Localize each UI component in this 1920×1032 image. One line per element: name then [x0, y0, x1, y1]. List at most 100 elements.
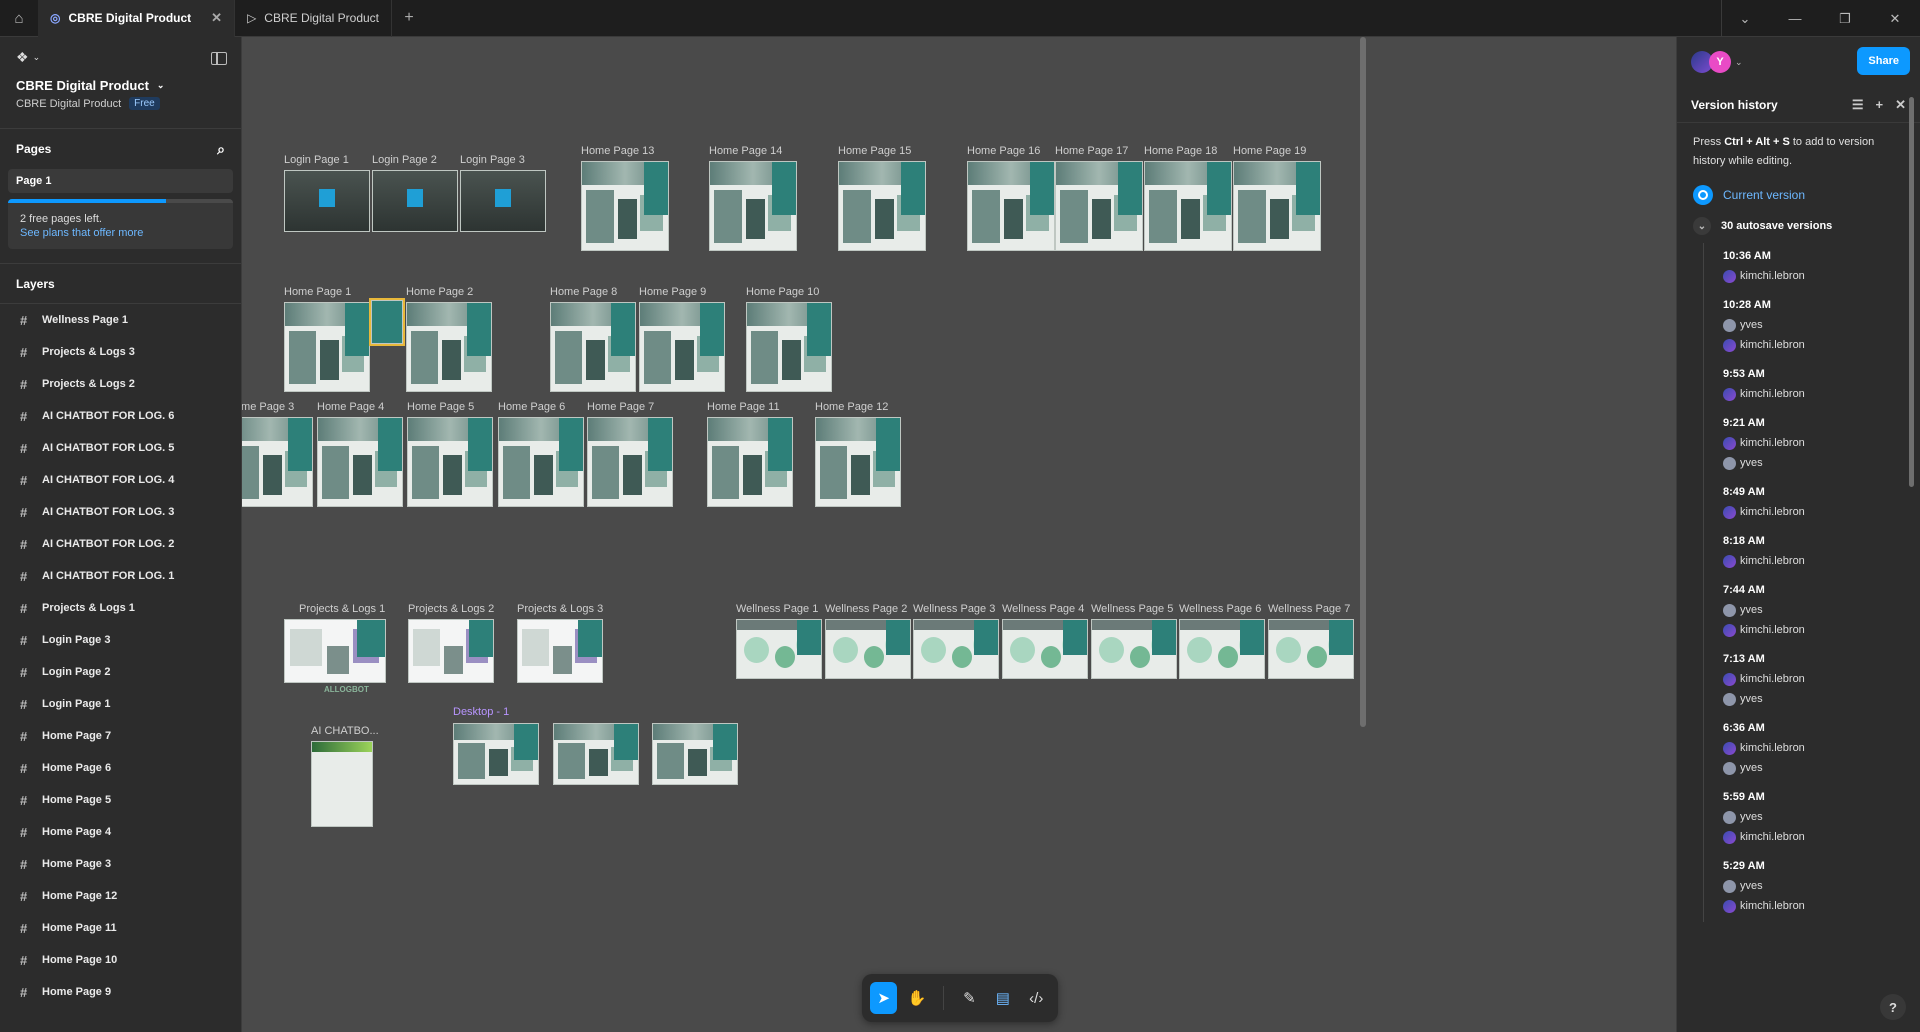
add-tab-icon[interactable]: + [392, 9, 426, 27]
layer-item[interactable]: # AI CHATBOT FOR LOG. 4 [0, 464, 241, 496]
frame-hp11[interactable] [707, 417, 793, 507]
frame-w5[interactable] [1091, 619, 1177, 679]
frame-label-login_1[interactable]: Login Page 1 [284, 154, 349, 166]
frame-label-hp2[interactable]: Home Page 2 [406, 286, 473, 298]
search-icon[interactable]: ⌕ [217, 141, 225, 158]
chevron-down-icon[interactable]: ⌄ [1720, 0, 1770, 37]
frame-w3[interactable] [913, 619, 999, 679]
frame-label-hp1[interactable]: Home Page 1 [284, 286, 351, 298]
layer-item[interactable]: # Login Page 1 [0, 688, 241, 720]
frame-hp12[interactable] [815, 417, 901, 507]
frame-label-hp3[interactable]: Home Page 3 [242, 401, 294, 413]
frame-label-login_3[interactable]: Login Page 3 [460, 154, 525, 166]
tab-file-prototype[interactable]: ▷ CBRE Digital Product [235, 0, 393, 37]
frame-hp4[interactable] [317, 417, 403, 507]
version-entry[interactable]: 8:18 AM kimchi.lebron [1723, 528, 1920, 577]
frame-label-login_2[interactable]: Login Page 2 [372, 154, 437, 166]
frame-w2[interactable] [825, 619, 911, 679]
frame-desktop-variant[interactable] [652, 723, 738, 785]
frame-label-pl2[interactable]: Projects & Logs 2 [408, 603, 494, 615]
frame-label-pl3[interactable]: Projects & Logs 3 [517, 603, 603, 615]
frame-w7[interactable] [1268, 619, 1354, 679]
layer-item[interactable]: # Home Page 9 [0, 976, 241, 1008]
frame-label-hp4[interactable]: Home Page 4 [317, 401, 384, 413]
frame-label-w4[interactable]: Wellness Page 4 [1002, 603, 1084, 615]
frame-label-w2[interactable]: Wellness Page 2 [825, 603, 907, 615]
close-window-icon[interactable]: ✕ [1870, 0, 1920, 37]
frame-hp7[interactable] [587, 417, 673, 507]
restore-icon[interactable]: ❐ [1820, 0, 1870, 37]
frame-label-hp12[interactable]: Home Page 12 [815, 401, 888, 413]
frame-label-desktop[interactable]: Desktop - 1 [453, 706, 509, 718]
autosave-group[interactable]: ⌄ 30 autosave versions [1677, 209, 1920, 243]
frame-hp2[interactable] [406, 302, 492, 392]
frame-label-hp9[interactable]: Home Page 9 [639, 286, 706, 298]
layer-item[interactable]: # Home Page 3 [0, 848, 241, 880]
hand-tool-icon[interactable]: ✋ [903, 982, 930, 1014]
panel-toggle-icon[interactable] [211, 52, 227, 65]
layer-item[interactable]: # Home Page 10 [0, 944, 241, 976]
frame-login_1[interactable] [284, 170, 370, 232]
layer-item[interactable]: # Projects & Logs 2 [0, 368, 241, 400]
version-entry[interactable]: 9:21 AM kimchi.lebron yves [1723, 410, 1920, 479]
layer-item[interactable]: # AI CHATBOT FOR LOG. 6 [0, 400, 241, 432]
frame-label-hp7[interactable]: Home Page 7 [587, 401, 654, 413]
frame-label-hp19[interactable]: Home Page 19 [1233, 145, 1306, 157]
version-entry[interactable]: 10:36 AM kimchi.lebron [1723, 243, 1920, 292]
layer-item[interactable]: # AI CHATBOT FOR LOG. 5 [0, 432, 241, 464]
version-entry[interactable]: 6:36 AM kimchi.lebron yves [1723, 715, 1920, 784]
frame-label-w1[interactable]: Wellness Page 1 [736, 603, 818, 615]
version-entry[interactable]: 7:44 AM yves kimchi.lebron [1723, 577, 1920, 646]
frame-desktop[interactable] [453, 723, 539, 785]
chevron-down-icon[interactable]: ⌄ [1693, 217, 1711, 235]
layer-item[interactable]: # Home Page 11 [0, 912, 241, 944]
frame-chatbot[interactable] [311, 741, 373, 827]
frame-login_2[interactable] [372, 170, 458, 232]
frame-desktop-variant[interactable] [553, 723, 639, 785]
frame-hp9[interactable] [639, 302, 725, 392]
frame-label-hp18[interactable]: Home Page 18 [1144, 145, 1217, 157]
design-mode-icon[interactable]: ▤ [989, 982, 1016, 1014]
layer-item[interactable]: # AI CHATBOT FOR LOG. 3 [0, 496, 241, 528]
version-entry[interactable]: 9:53 AM kimchi.lebron [1723, 361, 1920, 410]
version-entry[interactable]: 5:29 AM yves kimchi.lebron [1723, 853, 1920, 922]
main-menu-button[interactable]: ❖ ⌄ [16, 49, 225, 66]
layer-item[interactable]: # Home Page 7 [0, 720, 241, 752]
version-entry[interactable]: 7:13 AM kimchi.lebron yves [1723, 646, 1920, 715]
help-button[interactable]: ? [1880, 994, 1906, 1020]
frame-label-w6[interactable]: Wellness Page 6 [1179, 603, 1261, 615]
layer-item[interactable]: # Wellness Page 1 [0, 304, 241, 336]
close-icon[interactable]: ✕ [1895, 97, 1906, 113]
frame-label-hp11[interactable]: Home Page 11 [707, 401, 780, 413]
frame-w6[interactable] [1179, 619, 1265, 679]
frame-hp19[interactable] [1233, 161, 1321, 251]
layer-item[interactable]: # Home Page 6 [0, 752, 241, 784]
frame-label-hp10[interactable]: Home Page 10 [746, 286, 819, 298]
frame-label-w7[interactable]: Wellness Page 7 [1268, 603, 1350, 615]
file-title[interactable]: CBRE Digital Product ⌄ [16, 78, 225, 93]
frame-label-pl1[interactable]: Projects & Logs 1 [299, 603, 385, 615]
layer-item[interactable]: # Home Page 4 [0, 816, 241, 848]
home-icon[interactable]: ⌂ [0, 0, 38, 37]
tab-file-design[interactable]: ◎ CBRE Digital Product ✕ [38, 0, 236, 37]
move-tool-icon[interactable]: ➤ [870, 982, 898, 1014]
minimize-icon[interactable]: — [1770, 0, 1820, 37]
upgrade-link[interactable]: See plans that offer more [20, 227, 221, 239]
frame-hp3[interactable] [242, 417, 313, 507]
frame-pl3[interactable] [517, 619, 603, 683]
frame-hp16[interactable] [967, 161, 1055, 251]
frame-hp13[interactable] [581, 161, 669, 251]
dev-mode-icon[interactable]: ‹/› [1023, 982, 1050, 1014]
layer-item[interactable]: # AI CHATBOT FOR LOG. 2 [0, 528, 241, 560]
close-icon[interactable]: ✕ [211, 10, 222, 26]
add-icon[interactable]: + [1876, 97, 1884, 113]
current-version-item[interactable]: Current version [1677, 181, 1920, 209]
frame-hp15[interactable] [838, 161, 926, 251]
frame-hp1[interactable] [284, 302, 370, 392]
frame-label-hp6[interactable]: Home Page 6 [498, 401, 565, 413]
frame-hp18[interactable] [1144, 161, 1232, 251]
frame-hp8[interactable] [550, 302, 636, 392]
frame-label-hp5[interactable]: Home Page 5 [407, 401, 474, 413]
frame-label-chatbot[interactable]: AI CHATBO... [311, 725, 379, 737]
page-item-1[interactable]: Page 1 [8, 169, 233, 193]
